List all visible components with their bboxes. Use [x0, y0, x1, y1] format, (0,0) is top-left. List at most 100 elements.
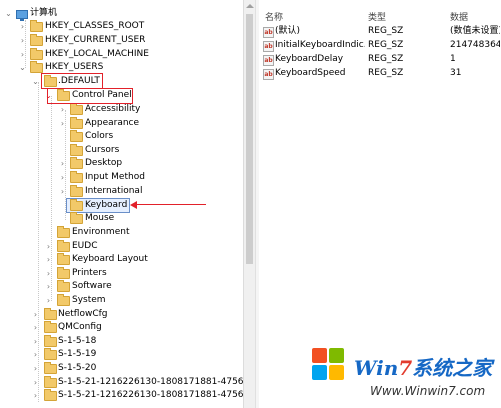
chevron-right-icon[interactable]: ›	[44, 280, 53, 293]
tree-item-label: International	[85, 186, 143, 196]
tree-item-qmconfig[interactable]: › QMConfig	[0, 321, 243, 334]
tree-item-s-1-5-21-a[interactable]: › S-1-5-21-1216226130-1808171881-4756956…	[0, 376, 243, 389]
folder-icon	[57, 280, 70, 292]
tree-item-hkey-local-machine[interactable]: › HKEY_LOCAL_MACHINE	[0, 48, 243, 61]
chevron-right-icon[interactable]: ›	[18, 34, 27, 47]
value-row[interactable]: ab KeyboardSpeed REG_SZ 31	[259, 67, 501, 80]
chevron-right-icon[interactable]: ›	[31, 348, 40, 361]
folder-icon	[44, 362, 57, 374]
reg-string-icon: ab	[263, 27, 274, 38]
annotation-box-default	[41, 73, 103, 89]
tree-item-desktop[interactable]: › Desktop	[0, 157, 243, 170]
tree-item-input-method[interactable]: › Input Method	[0, 171, 243, 184]
folder-icon	[70, 171, 83, 183]
chevron-right-icon[interactable]: ›	[31, 362, 40, 375]
tree-item-label: Cursors	[85, 145, 120, 155]
value-row[interactable]: ab KeyboardDelay REG_SZ 1	[259, 53, 501, 66]
tree-scrollbar[interactable]	[243, 0, 255, 408]
tree-item-label: Printers	[72, 268, 107, 278]
tree-item-label: S-1-5-18	[58, 336, 97, 346]
tree-item-mouse[interactable]: Mouse	[0, 212, 243, 225]
value-name: (默认)	[275, 26, 301, 36]
tree-item-international[interactable]: › International	[0, 185, 243, 198]
tree-item-software[interactable]: › Software	[0, 280, 243, 293]
tree-item-label: Keyboard Layout	[72, 254, 148, 264]
value-data: (数值未设置)	[450, 26, 500, 36]
tree-item-printers[interactable]: › Printers	[0, 267, 243, 280]
tree-item-label: HKEY_CURRENT_USER	[45, 35, 146, 45]
chevron-right-icon[interactable]: ›	[58, 171, 67, 184]
value-type: REG_SZ	[368, 40, 404, 50]
tree-item-keyboard[interactable]: Keyboard	[0, 199, 243, 212]
folder-icon	[44, 308, 57, 320]
tree-item-label: S-1-5-21-1216226130-1808171881-475695606…	[58, 377, 243, 387]
tree-item-s-1-5-21-b[interactable]: › S-1-5-21-1216226130-1808171881-4756956…	[0, 389, 243, 402]
folder-icon	[70, 130, 83, 142]
collapse-icon[interactable]: ⌄	[4, 7, 13, 20]
chevron-right-icon[interactable]: ›	[31, 321, 40, 334]
folder-icon	[30, 20, 43, 32]
tree-item-label: Keyboard	[85, 200, 128, 210]
tree-item-environment[interactable]: Environment	[0, 226, 243, 239]
watermark-brand-a: Win	[354, 356, 399, 380]
folder-icon	[57, 294, 70, 306]
tree-item-label: System	[72, 295, 106, 305]
tree-item-eudc[interactable]: › EUDC	[0, 240, 243, 253]
chevron-down-icon[interactable]: ⌄	[31, 75, 40, 88]
tree-item-s-1-5-18[interactable]: › S-1-5-18	[0, 335, 243, 348]
folder-icon	[70, 157, 83, 169]
value-row[interactable]: ab (默认) REG_SZ (数值未设置)	[259, 25, 501, 38]
tree-item-colors[interactable]: Colors	[0, 130, 243, 143]
chevron-right-icon[interactable]: ›	[31, 376, 40, 389]
tree-item-label: Software	[72, 281, 112, 291]
tree-item-label: S-1-5-20	[58, 363, 97, 373]
folder-icon	[57, 253, 70, 265]
chevron-right-icon[interactable]: ›	[58, 117, 67, 130]
chevron-right-icon[interactable]: ›	[58, 185, 67, 198]
chevron-right-icon[interactable]: ›	[44, 240, 53, 253]
chevron-right-icon[interactable]: ›	[18, 48, 27, 61]
tree-item-s-1-5-20[interactable]: › S-1-5-20	[0, 362, 243, 375]
tree-item-system[interactable]: › System	[0, 294, 243, 307]
chevron-right-icon[interactable]: ›	[31, 308, 40, 321]
scroll-up-icon[interactable]	[246, 4, 254, 8]
value-type: REG_SZ	[368, 68, 404, 78]
tree-item-cursors[interactable]: Cursors	[0, 144, 243, 157]
column-header-type[interactable]: 类型	[368, 10, 386, 23]
folder-icon	[70, 117, 83, 129]
chevron-right-icon[interactable]: ›	[44, 253, 53, 266]
annotation-box-control-panel	[47, 88, 133, 104]
value-row[interactable]: ab InitialKeyboardIndic... REG_SZ 214748…	[259, 39, 501, 52]
folder-icon	[30, 34, 43, 46]
column-header-name[interactable]: 名称	[265, 10, 283, 23]
chevron-right-icon[interactable]: ›	[58, 157, 67, 170]
tree-item-label: EUDC	[72, 241, 98, 251]
tree-item-accessibility[interactable]: › Accessibility	[0, 103, 243, 116]
folder-icon	[70, 212, 83, 224]
folder-icon	[70, 185, 83, 197]
chevron-right-icon[interactable]: ›	[31, 389, 40, 402]
tree-item-hkey-users[interactable]: ⌄ HKEY_USERS	[0, 61, 243, 74]
tree-item-netflowcfg[interactable]: › NetflowCfg	[0, 308, 243, 321]
tree-item-appearance[interactable]: › Appearance	[0, 117, 243, 130]
chevron-right-icon[interactable]: ›	[18, 20, 27, 33]
tree-item-s-1-5-19[interactable]: › S-1-5-19	[0, 348, 243, 361]
tree-item-keyboard-layout[interactable]: › Keyboard Layout	[0, 253, 243, 266]
tree-item-computer[interactable]: ⌄ 计算机	[0, 7, 243, 21]
column-header-data[interactable]: 数据	[450, 10, 468, 23]
tree-item-default[interactable]: ⌄ .DEFAULT	[0, 75, 243, 88]
chevron-down-icon[interactable]: ⌄	[18, 61, 27, 74]
reg-string-icon: ab	[263, 41, 274, 52]
chevron-right-icon[interactable]: ›	[44, 294, 53, 307]
value-data: 31	[450, 68, 462, 78]
chevron-right-icon[interactable]: ›	[58, 103, 67, 116]
tree-item-hkey-current-user[interactable]: › HKEY_CURRENT_USER	[0, 34, 243, 47]
tree-item-hkey-classes-root[interactable]: › HKEY_CLASSES_ROOT	[0, 20, 243, 33]
scrollbar-thumb[interactable]	[246, 14, 253, 264]
tree-item-label: 计算机	[30, 8, 58, 18]
tree-item-label: HKEY_CLASSES_ROOT	[45, 21, 145, 31]
chevron-right-icon[interactable]: ›	[31, 335, 40, 348]
watermark-brand-b: 7	[398, 356, 413, 380]
chevron-right-icon[interactable]: ›	[44, 267, 53, 280]
tree-item-label: NetflowCfg	[58, 309, 108, 319]
